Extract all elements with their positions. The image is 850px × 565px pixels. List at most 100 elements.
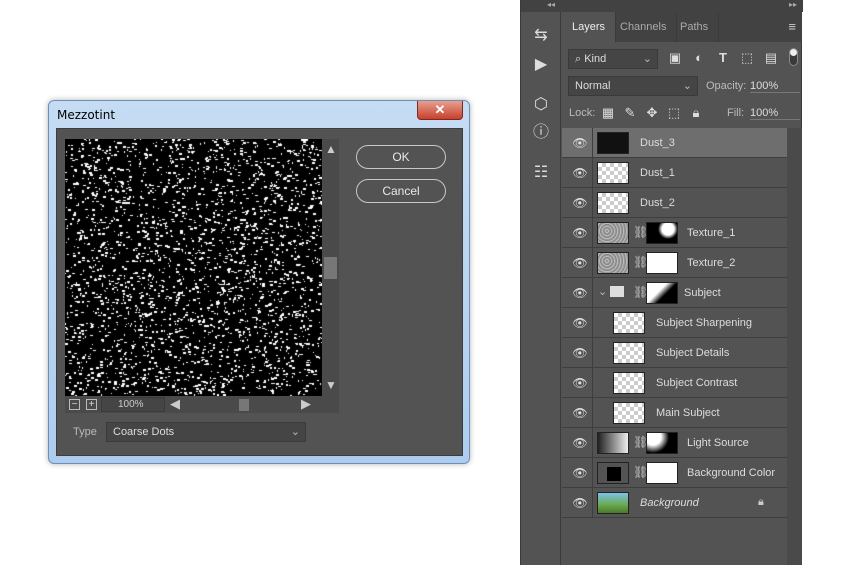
preview-vertical-scrollbar[interactable]: ▲ ▼ [322,139,339,396]
layer-name[interactable]: Texture_1 [687,227,735,239]
layer-row[interactable]: 👁︎ Dust_1 [562,158,787,188]
filter-shape-icon[interactable]: ⬚ [739,50,755,66]
layer-name[interactable]: Background Color [687,467,775,479]
layer-name[interactable]: Light Source [687,437,749,449]
visibility-eye-icon[interactable]: 👁︎ [568,376,592,390]
link-icon[interactable]: ⛓︎ [633,465,648,479]
scroll-left-icon[interactable]: ◀ [170,396,180,412]
link-icon[interactable]: ⛓︎ [633,255,648,269]
layer-thumbnail[interactable] [597,192,629,214]
visibility-eye-icon[interactable]: 👁︎ [568,166,592,180]
layer-thumbnail[interactable] [646,282,678,304]
chevron-down-icon[interactable]: ⌄ [598,285,607,298]
layer-mask-thumbnail[interactable] [646,222,678,244]
lock-transparent-icon[interactable]: ▦ [600,105,616,121]
layers-scrollbar[interactable] [787,128,802,565]
lock-all-icon[interactable]: 🔒︎ [688,105,704,121]
tab-layers[interactable]: Layers [562,12,617,42]
layer-thumbnail[interactable] [597,432,629,454]
link-icon[interactable]: ⛓︎ [633,225,648,239]
close-button[interactable]: ✕ [417,101,463,120]
layer-row[interactable]: 👁︎ Main Subject [562,398,787,428]
layer-name[interactable]: Texture_2 [687,257,735,269]
visibility-eye-icon[interactable]: 👁︎ [568,196,592,210]
link-icon[interactable]: ⛓︎ [633,285,648,299]
visibility-eye-icon[interactable]: 👁︎ [568,136,592,150]
layer-row[interactable]: 👁︎ ⛓︎ Light Source [562,428,787,458]
layer-name[interactable]: Dust_3 [640,137,675,149]
properties-icon[interactable]: ☷ [531,163,551,183]
visibility-eye-icon[interactable]: 👁︎ [568,436,592,450]
tab-channels[interactable]: Channels [610,12,678,42]
collapse-right-icon[interactable]: ▸▸ [789,0,797,9]
opacity-input[interactable]: 100% [750,80,800,93]
layer-row[interactable]: 👁︎ Dust_2 [562,188,787,218]
lock-move-icon[interactable]: ✥ [644,105,660,121]
lock-artboard-icon[interactable]: ⬚ [666,105,682,121]
tab-paths[interactable]: Paths [670,12,720,42]
zoom-level[interactable]: 100% [101,397,165,412]
filter-pixel-icon[interactable]: ▣ [667,50,683,66]
scroll-up-icon[interactable]: ▲ [325,142,337,156]
layer-name[interactable]: Dust_2 [640,197,675,209]
3d-icon[interactable]: ⬡ [531,95,551,115]
visibility-eye-icon[interactable]: 👁︎ [568,466,592,480]
layer-name[interactable]: Main Subject [656,407,720,419]
zoom-out-button[interactable]: − [69,399,80,410]
layer-thumbnail[interactable] [597,492,629,514]
layer-mask-thumbnail[interactable] [646,252,678,274]
layer-mask-thumbnail[interactable] [646,432,678,454]
filter-type-icon[interactable]: T [715,50,731,65]
filter-preview[interactable] [65,139,322,396]
filter-smart-object-icon[interactable]: ▤ [763,50,779,66]
layer-name[interactable]: Dust_1 [640,167,675,179]
layer-thumbnail[interactable] [613,342,645,364]
info-icon[interactable]: ⓘ [531,123,551,143]
ok-button[interactable]: OK [356,145,446,169]
visibility-eye-icon[interactable]: 👁︎ [568,286,592,300]
layer-row[interactable]: 👁︎ ⛓︎ Texture_1 [562,218,787,248]
layer-mask-thumbnail[interactable] [646,462,678,484]
layer-row[interactable]: 👁︎ ⛓︎ Background Color [562,458,787,488]
visibility-eye-icon[interactable]: 👁︎ [568,256,592,270]
layer-row[interactable]: 👁︎ ⛓︎ Texture_2 [562,248,787,278]
layer-row[interactable]: 👁︎ Subject Details [562,338,787,368]
layer-thumbnail[interactable] [597,462,629,484]
cancel-button[interactable]: Cancel [356,179,446,203]
layer-thumbnail[interactable] [613,372,645,394]
layer-name[interactable]: Background [640,497,699,509]
visibility-eye-icon[interactable]: 👁︎ [568,346,592,360]
layer-thumbnail[interactable] [597,132,629,154]
visibility-eye-icon[interactable]: 👁︎ [568,406,592,420]
layer-row[interactable]: 👁︎ ⌄ ⛓︎ Subject [562,278,787,308]
layer-thumbnail[interactable] [597,252,629,274]
history-icon[interactable]: ⇆ [531,26,551,46]
visibility-eye-icon[interactable]: 👁︎ [568,316,592,330]
scroll-right-icon[interactable]: ▶ [301,396,311,412]
actions-play-icon[interactable]: ▶ [531,55,551,75]
h-scroll-thumb[interactable] [239,399,249,411]
layer-name[interactable]: Subject Contrast [656,377,737,389]
lock-paint-icon[interactable]: ✎ [622,105,638,121]
layer-name[interactable]: Subject Sharpening [656,317,752,329]
layer-name[interactable]: Subject [684,287,721,299]
scroll-down-icon[interactable]: ▼ [325,378,337,392]
panel-menu-icon[interactable]: ≡ [788,19,796,34]
layer-row[interactable]: 👁︎ Subject Contrast [562,368,787,398]
type-select[interactable]: Coarse Dots ⌄ [106,422,306,442]
scroll-thumb[interactable] [324,257,337,279]
layer-thumbnail[interactable] [597,162,629,184]
layer-row[interactable]: 👁︎ Dust_3 [562,128,787,158]
layer-row[interactable]: 👁︎ Background 🔒︎ [562,488,787,518]
layer-name[interactable]: Subject Details [656,347,729,359]
layer-thumbnail[interactable] [597,222,629,244]
blend-mode-select[interactable]: Normal ⌄ [568,76,698,96]
filter-kind-select[interactable]: ⌕ Kind ⌄ [568,49,658,69]
layer-thumbnail[interactable] [613,312,645,334]
fill-input[interactable]: 100% [750,107,800,120]
visibility-eye-icon[interactable]: 👁︎ [568,496,592,510]
collapse-left-icon[interactable]: ◂◂ [547,0,555,9]
layer-row[interactable]: 👁︎ Subject Sharpening [562,308,787,338]
filter-toggle[interactable] [789,48,798,66]
zoom-in-button[interactable]: + [86,399,97,410]
